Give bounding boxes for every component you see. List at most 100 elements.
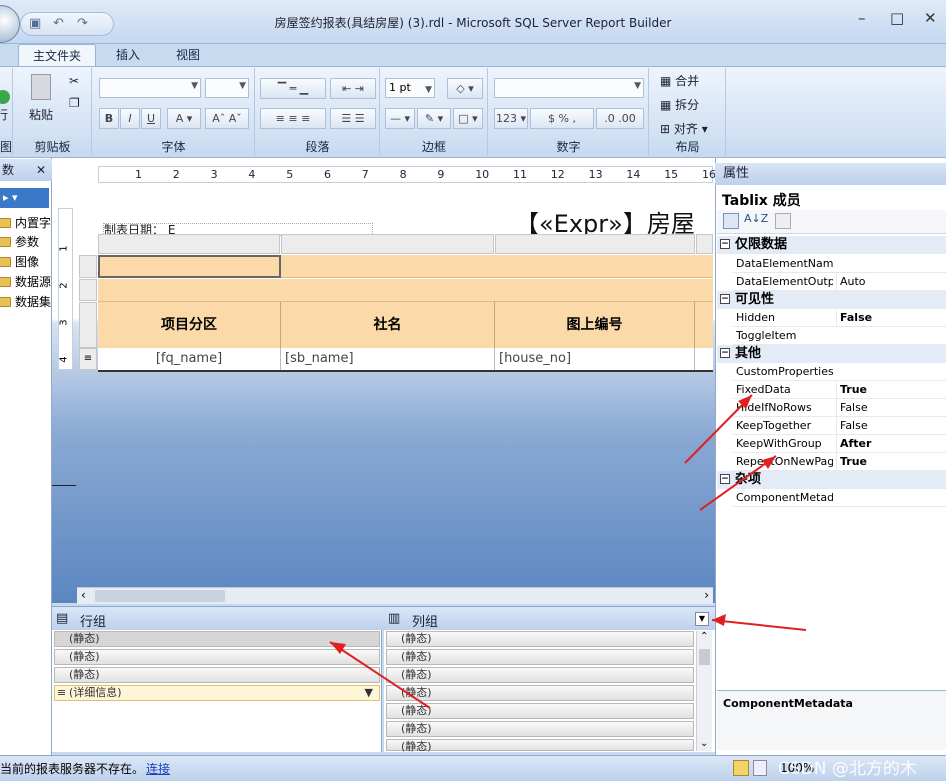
- column-group-item[interactable]: (静态): [386, 685, 694, 701]
- tab-view[interactable]: 视图: [162, 44, 214, 66]
- property-value[interactable]: Auto: [836, 273, 946, 291]
- property-value[interactable]: After: [836, 435, 946, 453]
- font-color-button[interactable]: A ▾: [167, 108, 201, 129]
- row-group-item[interactable]: (静态): [54, 667, 380, 683]
- close-pane-icon[interactable]: ✕: [36, 159, 46, 181]
- property-pages-icon[interactable]: [775, 213, 791, 229]
- underline-button[interactable]: U: [141, 108, 161, 129]
- header-cell[interactable]: [695, 302, 713, 348]
- property-value[interactable]: True: [836, 381, 946, 399]
- detail-cell[interactable]: [house_no]: [495, 348, 695, 370]
- tree-item-data-sources[interactable]: 数据源: [0, 272, 52, 292]
- column-groups-scrollbar[interactable]: ⌃ ⌄: [696, 631, 712, 751]
- tree-item-images[interactable]: 图像: [0, 252, 52, 272]
- property-row[interactable]: ComponentMetada: [733, 489, 946, 507]
- detail-cell[interactable]: [695, 348, 713, 370]
- property-value[interactable]: False: [836, 399, 946, 417]
- selected-cell[interactable]: [98, 255, 281, 278]
- property-row[interactable]: FixedData True: [733, 381, 946, 399]
- property-row[interactable]: DataElementOutpu Auto: [733, 273, 946, 291]
- scroll-thumb[interactable]: [699, 649, 710, 665]
- number-format-combo[interactable]: ▼: [494, 78, 644, 98]
- column-group-item[interactable]: (静态): [386, 667, 694, 683]
- row-handle[interactable]: [79, 302, 97, 348]
- horizontal-scrollbar[interactable]: ‹ ›: [77, 587, 713, 604]
- collapse-icon[interactable]: −: [720, 239, 730, 249]
- property-row[interactable]: RepeatOnNewPage True: [733, 453, 946, 471]
- column-group-item[interactable]: (静态): [386, 739, 694, 753]
- grouping-dropdown-icon[interactable]: ▼: [695, 612, 709, 626]
- property-value[interactable]: False: [836, 309, 946, 327]
- new-item-dropdown[interactable]: ▸ ▾: [0, 188, 49, 208]
- column-group-item[interactable]: (静态): [386, 721, 694, 737]
- alphabetical-icon[interactable]: A↓Z: [744, 212, 768, 225]
- cut-icon[interactable]: ✂: [69, 74, 79, 88]
- column-handle[interactable]: [495, 234, 695, 254]
- row-handle[interactable]: [79, 279, 97, 301]
- scroll-up-icon[interactable]: ⌃: [700, 631, 708, 642]
- split-cells-button[interactable]: ▦ 拆分: [660, 98, 699, 112]
- font-grow-shrink-button[interactable]: Aˆ Aˇ: [205, 108, 249, 129]
- tree-item-builtin-fields[interactable]: 内置字: [0, 213, 52, 233]
- table-row[interactable]: [98, 279, 713, 302]
- scroll-down-icon[interactable]: ⌄: [700, 738, 708, 749]
- collapse-icon[interactable]: −: [720, 348, 730, 358]
- category-misc[interactable]: − 杂项: [717, 471, 946, 489]
- text-align-buttons[interactable]: ≡ ≡ ≡: [260, 108, 326, 129]
- property-row[interactable]: KeepWithGroup After: [733, 435, 946, 453]
- category-other[interactable]: − 其他: [717, 345, 946, 363]
- page-view-icon[interactable]: [753, 760, 767, 776]
- scroll-left-icon[interactable]: ‹: [81, 588, 86, 602]
- connect-link[interactable]: 连接: [146, 760, 170, 777]
- property-row[interactable]: KeepTogether False: [733, 417, 946, 435]
- scroll-thumb[interactable]: [95, 590, 225, 602]
- italic-button[interactable]: I: [120, 108, 140, 129]
- dropdown-icon[interactable]: ▼: [365, 686, 373, 700]
- column-handle[interactable]: [696, 234, 713, 254]
- property-row[interactable]: Hidden False: [733, 309, 946, 327]
- align-button[interactable]: ⊞ 对齐 ▾: [660, 122, 708, 136]
- property-row[interactable]: ToggleItem: [733, 327, 946, 345]
- category-data-only[interactable]: − 仅限数据: [717, 236, 946, 254]
- tree-item-datasets[interactable]: 数据集: [0, 292, 52, 312]
- copy-icon[interactable]: ❐: [69, 96, 80, 110]
- list-buttons[interactable]: ☰ ☰: [330, 108, 376, 129]
- merge-cells-button[interactable]: ▦ 合并: [660, 74, 699, 88]
- property-row[interactable]: HideIfNoRows False: [733, 399, 946, 417]
- property-value[interactable]: True: [836, 453, 946, 471]
- row-handle[interactable]: [79, 255, 97, 278]
- tab-insert[interactable]: 插入: [102, 44, 154, 66]
- column-group-item[interactable]: (静态): [386, 631, 694, 647]
- row-group-item[interactable]: (静态): [54, 631, 380, 647]
- header-cell[interactable]: 社名: [281, 302, 495, 348]
- font-size-combo[interactable]: ▼: [205, 78, 249, 98]
- currency-percent-buttons[interactable]: $ % ,: [530, 108, 594, 129]
- borders-button[interactable]: □ ▾: [453, 108, 483, 129]
- property-row[interactable]: DataElementName: [733, 255, 946, 273]
- column-handle[interactable]: [281, 234, 494, 254]
- collapse-icon[interactable]: −: [720, 294, 730, 304]
- font-name-combo[interactable]: ▼: [99, 78, 201, 98]
- scroll-right-icon[interactable]: ›: [704, 588, 709, 602]
- tree-item-parameters[interactable]: 参数: [0, 232, 52, 252]
- vertical-align-buttons[interactable]: ▔ ═ ▁: [260, 78, 326, 99]
- column-handle[interactable]: [98, 234, 280, 254]
- border-style-button[interactable]: — ▾: [385, 108, 415, 129]
- categorized-icon[interactable]: [723, 213, 739, 229]
- tab-home[interactable]: 主文件夹: [18, 44, 97, 66]
- border-width-combo[interactable]: 1 pt ▼: [385, 78, 435, 98]
- detail-cell[interactable]: [fq_name]: [98, 348, 281, 370]
- column-group-item[interactable]: (静态): [386, 649, 694, 665]
- bold-button[interactable]: B: [99, 108, 119, 129]
- run-icon[interactable]: [0, 90, 10, 104]
- row-group-item[interactable]: (静态): [54, 649, 380, 665]
- decimal-buttons[interactable]: .0 .00: [596, 108, 644, 129]
- header-cell[interactable]: 项目分区: [98, 302, 281, 348]
- property-value[interactable]: False: [836, 417, 946, 435]
- details-row-handle[interactable]: ≡: [79, 348, 97, 370]
- category-visibility[interactable]: − 可见性: [717, 291, 946, 309]
- fill-color-button[interactable]: ◇ ▾: [447, 78, 483, 99]
- collapse-icon[interactable]: −: [720, 474, 730, 484]
- border-color-button[interactable]: ✎ ▾: [417, 108, 451, 129]
- header-cell[interactable]: 图上编号: [495, 302, 695, 348]
